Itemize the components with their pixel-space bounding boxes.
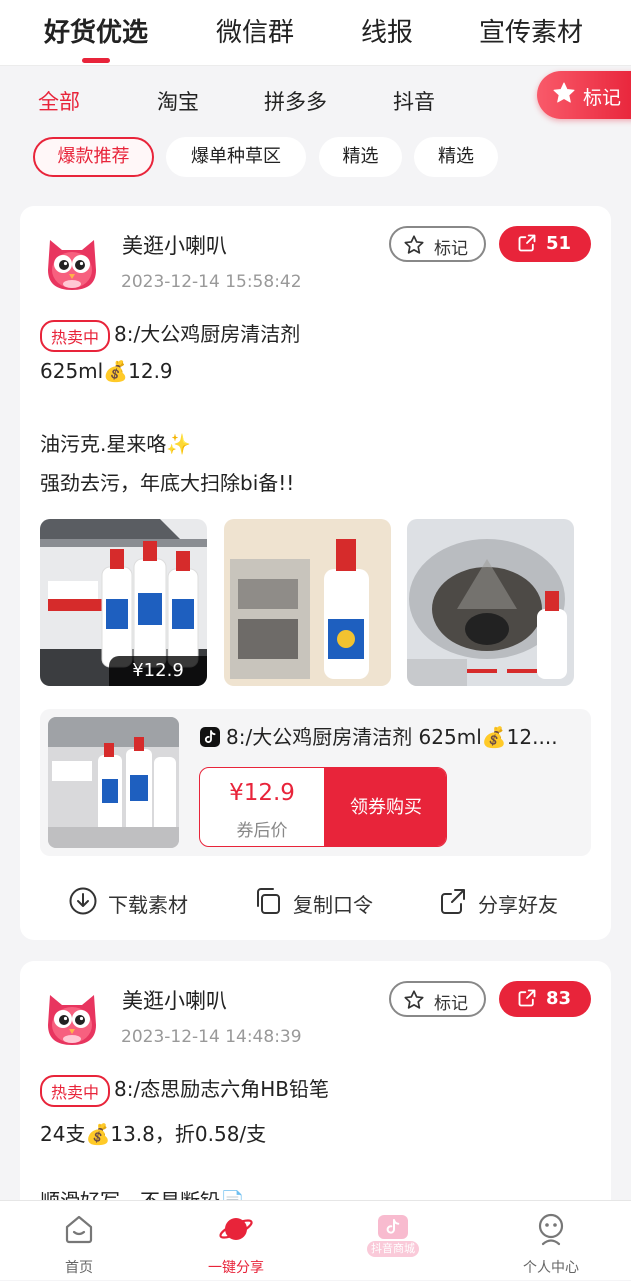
product-image-3[interactable] [407, 519, 574, 686]
nav-label: 个人中心 [523, 1260, 579, 1276]
share-icon [441, 889, 465, 914]
post-time: 2023-12-14 14:48:39 [121, 1027, 302, 1047]
hot-badge: 热卖中 [40, 1074, 111, 1107]
top-tab-bar: 好货优选 微信群 线报 宣传素材 [0, 0, 631, 66]
active-tab-indicator [82, 58, 110, 63]
nav-one-click-share[interactable]: 一键分享 [176, 1201, 296, 1281]
mark-label: 标记 [434, 239, 468, 259]
download-material-button[interactable]: 下载素材 [68, 886, 218, 918]
platform-pinduoduo[interactable]: 拼多多 [264, 86, 327, 116]
copy-code-button[interactable]: 复制口令 [253, 886, 403, 918]
profile-icon [538, 1213, 564, 1246]
tiktok-icon [200, 727, 220, 747]
product-photo [407, 519, 574, 686]
post-title: 8:/大公鸡厨房清洁剂 [114, 322, 301, 346]
category-chips: 爆款推荐 爆单种草区 精选 精选 [0, 137, 631, 179]
post-line: 热卖中 8:/大公鸡厨房清洁剂 [40, 318, 300, 352]
coupon-price: ¥12.9 [229, 780, 295, 806]
thumb-price-tag: ¥12.9 [109, 656, 207, 686]
tab-haohuo[interactable]: 好货优选 [44, 12, 149, 63]
tab-label: 微信群 [216, 18, 295, 48]
post-time: 2023-12-14 15:58:42 [121, 272, 302, 292]
share-count: 51 [546, 233, 572, 254]
mark-float-button[interactable]: 标记 [537, 71, 631, 119]
coupon-price-label: 券后价 [236, 821, 288, 841]
nav-profile[interactable]: 个人中心 [491, 1201, 611, 1281]
nav-label: 一键分享 [208, 1260, 264, 1276]
post-card: 美逛小喇叭 2023-12-14 14:48:39 标记 83 热卖中 8:/态思… [20, 961, 611, 1221]
action-label: 分享好友 [478, 893, 558, 917]
share-icon [518, 234, 536, 252]
product-link-box: 8:/大公鸡厨房清洁剂 625ml💰12.... ¥12.9 券后价 领券购买 [40, 709, 591, 856]
get-coupon-buy-button[interactable]: 领券购买 [324, 768, 446, 846]
copy-icon [257, 888, 280, 914]
star-outline-icon [404, 235, 424, 254]
action-label: 下载素材 [108, 893, 188, 917]
product-title-text: 8:/大公鸡厨房清洁剂 625ml💰12.... [226, 725, 558, 749]
nav-douyin-mall[interactable]: 抖音商城 [333, 1201, 453, 1281]
post-line: 热卖中 8:/态思励志六角HB铅笔 [40, 1073, 329, 1107]
star-icon [553, 82, 575, 103]
product-title[interactable]: 8:/大公鸡厨房清洁剂 625ml💰12.... [200, 721, 580, 750]
share-count: 83 [546, 988, 572, 1009]
tab-label: 好货优选 [44, 18, 149, 48]
nav-home[interactable]: 首页 [19, 1201, 139, 1281]
post-description: 强劲去污，年底大扫除bi备!! [40, 471, 295, 495]
star-outline-icon [404, 990, 424, 1009]
coupon-buy-box: ¥12.9 券后价 领券购买 [199, 767, 447, 847]
share-count-button[interactable]: 51 [499, 226, 591, 262]
post-card: 美逛小喇叭 2023-12-14 15:58:42 标记 51 热卖中 8:/大公… [20, 206, 611, 940]
share-count-button[interactable]: 83 [499, 981, 591, 1017]
product-photo [48, 717, 179, 848]
owl-avatar [48, 995, 96, 1045]
platform-taobao[interactable]: 淘宝 [157, 86, 199, 116]
tab-wechat-group[interactable]: 微信群 [216, 12, 294, 49]
product-photo [224, 519, 391, 686]
product-image-1[interactable]: ¥12.9 [40, 519, 207, 686]
platform-all[interactable]: 全部 [38, 86, 80, 116]
author-name: 美逛小喇叭 [122, 989, 227, 1013]
product-image-2[interactable] [224, 519, 391, 686]
chip-seeding[interactable]: 爆单种草区 [166, 137, 306, 177]
chip-hot-recommend[interactable]: 爆款推荐 [33, 137, 154, 177]
share-friend-button[interactable]: 分享好友 [438, 886, 588, 918]
owl-avatar [48, 240, 96, 290]
mark-float-label: 标记 [583, 87, 622, 109]
post-spec: 625ml💰12.9 [40, 359, 173, 383]
coupon-price-area: ¥12.9 券后价 [200, 768, 324, 846]
mark-button[interactable]: 标记 [389, 981, 486, 1017]
bottom-nav: 首页 一键分享 抖音商城 个人中心 [0, 1200, 631, 1280]
hot-badge: 热卖中 [40, 319, 111, 352]
tab-label: 线报 [361, 18, 414, 48]
tab-label: 宣传素材 [479, 18, 584, 48]
post-spec: 24支💰13.8，折0.58/支 [40, 1122, 267, 1146]
mark-label: 标记 [434, 994, 468, 1014]
share-icon [518, 989, 536, 1007]
home-icon [65, 1215, 93, 1244]
product-thumbnail[interactable] [48, 717, 179, 848]
platform-douyin[interactable]: 抖音 [393, 86, 435, 116]
nav-label: 首页 [65, 1260, 93, 1276]
nav-label: 抖音商城 [367, 1241, 419, 1257]
action-label: 复制口令 [293, 893, 373, 917]
download-icon [69, 887, 97, 915]
platform-filter: 全部 淘宝 拼多多 抖音 [0, 84, 631, 118]
planet-icon [219, 1218, 253, 1240]
tab-promo-materials[interactable]: 宣传素材 [479, 12, 583, 49]
tab-xianbao[interactable]: 线报 [361, 12, 413, 49]
author-name: 美逛小喇叭 [122, 234, 227, 258]
post-title: 8:/态思励志六角HB铅笔 [114, 1077, 329, 1101]
mark-button[interactable]: 标记 [389, 226, 486, 262]
chip-selected-2[interactable]: 精选 [414, 137, 498, 177]
chip-selected-1[interactable]: 精选 [319, 137, 402, 177]
post-tagline: 油污克.星来咯✨ [40, 432, 192, 456]
